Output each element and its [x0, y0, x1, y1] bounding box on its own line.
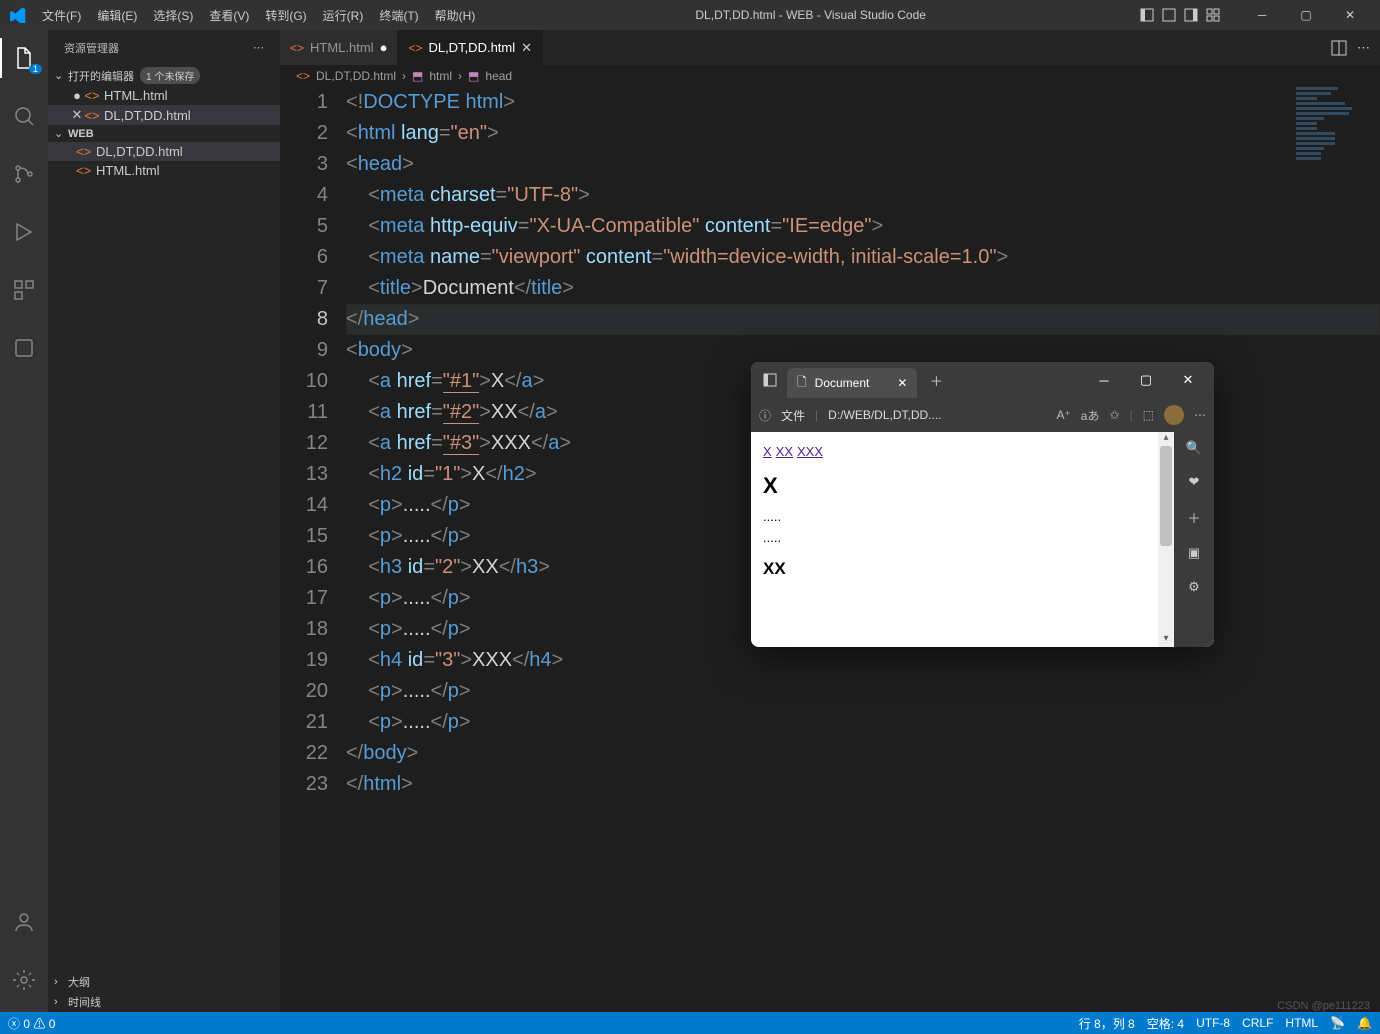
unsaved-badge: 1 个未保存: [140, 67, 200, 84]
extensions-icon[interactable]: [0, 270, 48, 310]
open-editor-item[interactable]: ✕<>DL,DT,DD.html: [48, 105, 280, 125]
account-icon[interactable]: [0, 902, 48, 942]
layout-toggle-icon[interactable]: [1206, 8, 1220, 22]
status-cursor[interactable]: 行 8，列 8: [1079, 1015, 1135, 1032]
menu-item[interactable]: 文件(F): [36, 3, 87, 28]
status-spaces[interactable]: 空格: 4: [1147, 1015, 1184, 1032]
html-file-icon: <>: [84, 88, 100, 103]
search-icon[interactable]: [0, 96, 48, 136]
maximize-button[interactable]: ▢: [1284, 0, 1328, 30]
menu-item[interactable]: 编辑(E): [91, 3, 143, 28]
file-tree-item[interactable]: <>HTML.html: [48, 161, 280, 180]
dirty-dot-icon[interactable]: ●: [70, 88, 84, 103]
outline-header[interactable]: ›大纲: [48, 972, 280, 992]
status-encoding[interactable]: UTF-8: [1196, 1016, 1230, 1030]
editor-tabs: <>HTML.html●<>DL,DT,DD.html✕ ⋯: [280, 30, 1380, 65]
status-eol[interactable]: CRLF: [1242, 1016, 1273, 1030]
editor-tab[interactable]: <>DL,DT,DD.html✕: [398, 30, 543, 65]
breadcrumb[interactable]: <>DL,DT,DD.html ›⬒html ›⬒head: [280, 65, 1380, 87]
status-bar: ⓧ 0 ⚠ 0 行 8，列 8 空格: 4 UTF-8 CRLF HTML 📡 …: [0, 1012, 1380, 1034]
html-file-icon: <>: [290, 41, 304, 55]
vscode-logo-icon: [8, 5, 28, 25]
close-button[interactable]: ✕: [1328, 0, 1372, 30]
library-icon[interactable]: [0, 328, 48, 368]
menu-item[interactable]: 查看(V): [203, 3, 255, 28]
html-file-icon: <>: [84, 108, 100, 123]
sidebar: 资源管理器 ⋯ ⌄ 打开的编辑器 1 个未保存 ●<>HTML.html✕<>D…: [48, 30, 280, 1012]
layout-bottom-icon[interactable]: [1162, 8, 1176, 22]
status-errors[interactable]: ⓧ 0 ⚠ 0: [8, 1015, 55, 1032]
close-icon[interactable]: ✕: [70, 107, 84, 123]
layout-right-icon[interactable]: [1184, 8, 1198, 22]
menu-item[interactable]: 终端(T): [373, 3, 424, 28]
split-editor-icon[interactable]: [1331, 40, 1347, 56]
window-title: DL,DT,DD.html - WEB - Visual Studio Code: [481, 8, 1140, 22]
code-area[interactable]: 1234567891011121314151617181920212223 <!…: [280, 87, 1380, 1012]
file-tree-item[interactable]: <>DL,DT,DD.html: [48, 142, 280, 161]
html-file-icon: <>: [76, 144, 92, 159]
window-controls: ─ ▢ ✕: [1240, 0, 1372, 30]
folder-header[interactable]: ⌄ WEB: [48, 125, 280, 142]
menu-item[interactable]: 帮助(H): [429, 3, 482, 28]
menu-item[interactable]: 运行(R): [317, 3, 370, 28]
explorer-icon[interactable]: 1: [0, 38, 48, 78]
editor-tab[interactable]: <>HTML.html●: [280, 30, 398, 65]
editor: <>HTML.html●<>DL,DT,DD.html✕ ⋯ <>DL,DT,D…: [280, 30, 1380, 1012]
menu-bar: 文件(F)编辑(E)选择(S)查看(V)转到(G)运行(R)终端(T)帮助(H): [36, 3, 481, 28]
watermark: CSDN @pe111223: [1277, 1000, 1370, 1012]
html-file-icon: <>: [408, 41, 422, 55]
debug-icon[interactable]: [0, 212, 48, 252]
status-lang[interactable]: HTML: [1285, 1016, 1318, 1030]
activity-bar: 1: [0, 30, 48, 1012]
settings-gear-icon[interactable]: [0, 960, 48, 1000]
status-bell-icon[interactable]: 🔔: [1357, 1016, 1372, 1030]
minimize-button[interactable]: ─: [1240, 0, 1284, 30]
open-editor-item[interactable]: ●<>HTML.html: [48, 86, 280, 105]
more-icon[interactable]: ⋯: [253, 41, 264, 54]
menu-item[interactable]: 转到(G): [259, 3, 312, 28]
explorer-badge: 1: [29, 64, 42, 74]
status-feedback-icon[interactable]: 📡: [1330, 1016, 1345, 1030]
sidebar-title: 资源管理器 ⋯: [48, 30, 280, 65]
dirty-dot-icon[interactable]: ●: [380, 40, 388, 55]
close-icon[interactable]: ✕: [521, 40, 532, 56]
layout-left-icon[interactable]: [1140, 8, 1154, 22]
more-icon[interactable]: ⋯: [1357, 40, 1370, 56]
timeline-header[interactable]: ›时间线: [48, 992, 280, 1012]
html-file-icon: <>: [76, 163, 92, 178]
open-editors-header[interactable]: ⌄ 打开的编辑器 1 个未保存: [48, 65, 280, 86]
menu-item[interactable]: 选择(S): [147, 3, 199, 28]
titlebar: 文件(F)编辑(E)选择(S)查看(V)转到(G)运行(R)终端(T)帮助(H)…: [0, 0, 1380, 30]
scm-icon[interactable]: [0, 154, 48, 194]
